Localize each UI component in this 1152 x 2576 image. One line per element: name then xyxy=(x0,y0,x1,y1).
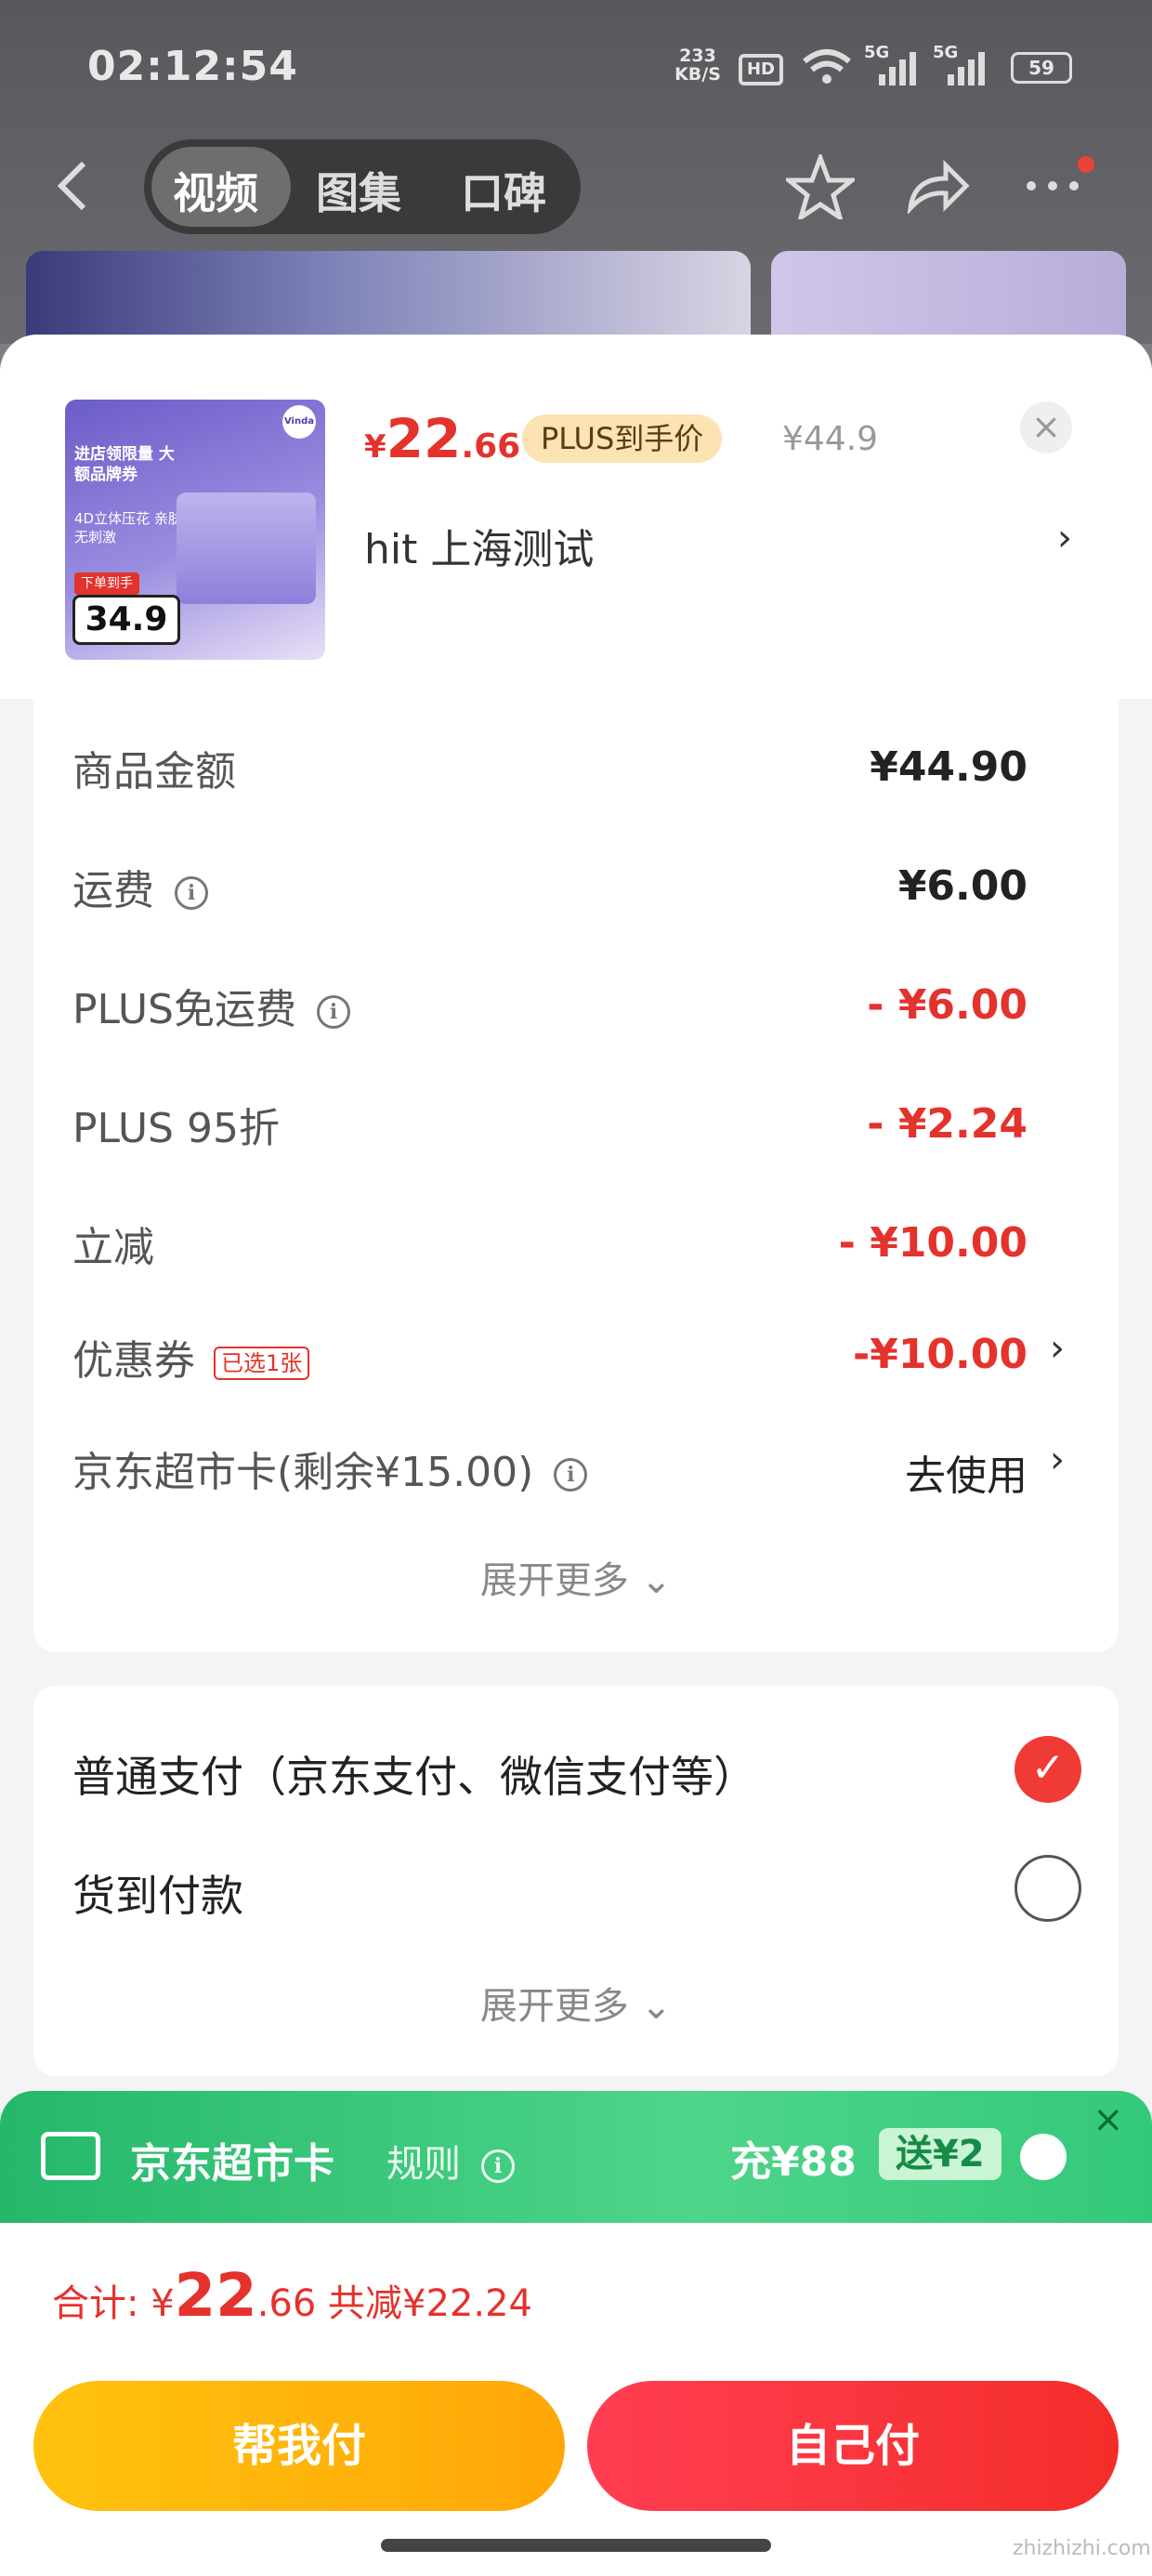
total-label: 合计: ¥ xyxy=(52,2282,175,2325)
coupon-badge: 已选1张 xyxy=(214,1347,310,1380)
net-speed: 233 KB/S xyxy=(674,46,721,84)
card-icon xyxy=(41,2132,100,2180)
expand-more[interactable]: 展开更多 ⌄ xyxy=(0,1976,1152,2030)
info-icon[interactable]: i xyxy=(317,995,350,1029)
status-time: 02:12:54 xyxy=(87,43,298,90)
shop-name[interactable]: hit 上海测试 xyxy=(364,516,594,575)
self-pay-button[interactable]: 自己付 xyxy=(587,2381,1119,2511)
cost-label: 立减 xyxy=(72,1224,154,1271)
info-icon[interactable]: i xyxy=(481,2149,515,2183)
net-speed-unit: KB/S xyxy=(674,64,721,85)
net-speed-value: 233 xyxy=(679,46,716,66)
original-price: ¥44.9 xyxy=(782,420,879,458)
info-icon[interactable]: i xyxy=(175,876,208,910)
notification-dot xyxy=(1078,156,1094,173)
help-pay-button[interactable]: 帮我付 xyxy=(33,2381,565,2511)
cost-label: PLUS免运费 xyxy=(72,986,296,1033)
final-price: ¥22.66 xyxy=(364,407,520,470)
tab-video[interactable]: 视频 xyxy=(173,160,258,221)
plus-shipping-row: PLUS免运费 i xyxy=(72,976,350,1035)
recharge-amount: 充¥88 xyxy=(730,2138,857,2186)
jd-card-rule[interactable]: 规则 i xyxy=(386,2134,515,2188)
share-icon[interactable] xyxy=(905,158,970,214)
expand-more-label: 展开更多 xyxy=(479,1559,629,1602)
star-icon[interactable] xyxy=(786,154,855,219)
chevron-down-icon: ⌄ xyxy=(640,1559,673,1602)
tissue-pack-image xyxy=(177,493,316,604)
tab-reviews[interactable]: 口碑 xyxy=(461,160,546,221)
cost-value: - ¥10.00 xyxy=(838,1219,1028,1267)
chevron-right-icon[interactable]: › xyxy=(1050,1327,1065,1370)
hd-icon: HD xyxy=(739,54,783,85)
chevron-down-icon: ⌄ xyxy=(640,1985,673,2028)
chevron-right-icon[interactable]: › xyxy=(1050,1439,1065,1481)
cost-label: 运费 xyxy=(72,867,154,914)
product-thumbnail: 进店领限量 大额品牌券 4D立体压花 亲肤无刺激 Vinda 下单到手 34.9 xyxy=(65,400,325,660)
pay-option-cod[interactable]: 货到付款 xyxy=(72,1862,243,1924)
jd-card-radio[interactable] xyxy=(1020,2134,1067,2180)
price-dec: .66 xyxy=(461,427,521,466)
cost-value: - ¥2.24 xyxy=(867,1100,1028,1148)
tab-gallery[interactable]: 图集 xyxy=(316,160,401,221)
coupon-row[interactable]: 优惠券 已选1张 xyxy=(72,1327,310,1387)
thumb-badge: 下单到手 xyxy=(74,572,139,595)
close-icon[interactable]: × xyxy=(1020,401,1072,453)
wifi-icon xyxy=(803,49,851,84)
price-symbol: ¥ xyxy=(364,428,386,466)
total-amount: 合计: ¥22.66 共减¥22.24 xyxy=(52,2262,532,2331)
cost-label: 商品金额 xyxy=(72,748,236,795)
watermark: zhizhizhi.com xyxy=(1013,2537,1151,2560)
total-dec: .66 xyxy=(256,2282,317,2325)
total-saved: 共减¥22.24 xyxy=(328,2282,533,2325)
cost-breakdown-card xyxy=(33,699,1119,1652)
cost-label: PLUS 95折 xyxy=(72,1105,280,1152)
total-int: 22 xyxy=(174,2262,257,2331)
market-card-row[interactable]: 京东超市卡(剩余¥15.00) i xyxy=(72,1439,588,1498)
vinda-logo: Vinda xyxy=(282,405,316,439)
info-icon[interactable]: i xyxy=(554,1458,588,1492)
radio-unchecked[interactable] xyxy=(1015,1855,1081,1922)
signal-bars-icon-2 xyxy=(948,52,985,85)
price-int: 22 xyxy=(386,407,462,470)
signal-bars-icon xyxy=(879,52,916,85)
thumb-sub: 4D立体压花 亲肤无刺激 xyxy=(74,510,182,545)
battery-icon: 59 xyxy=(1011,52,1072,84)
pay-option-normal[interactable]: 普通支付（京东支付、微信支付等） xyxy=(72,1743,756,1805)
thumb-title: 进店领限量 大额品牌券 xyxy=(74,445,175,484)
checkmark-icon[interactable]: ✓ xyxy=(1015,1736,1081,1803)
use-card-link[interactable]: 去使用 xyxy=(905,1442,1028,1502)
cost-label: 优惠券 xyxy=(72,1337,195,1385)
home-indicator[interactable] xyxy=(381,2539,771,2552)
shipping-row: 运费 i xyxy=(72,857,208,916)
chevron-right-icon[interactable]: › xyxy=(1057,517,1072,559)
thumb-price: 34.9 xyxy=(72,595,180,645)
expand-more-label: 展开更多 xyxy=(479,1985,629,2028)
cost-value: - ¥6.00 xyxy=(867,981,1028,1029)
jd-card-title: 京东超市卡 xyxy=(130,2140,334,2188)
plus-price-tag: PLUS到手价 xyxy=(522,414,723,463)
coupon-value[interactable]: -¥10.00 xyxy=(853,1331,1028,1378)
rule-label: 规则 xyxy=(386,2143,461,2186)
cost-value: ¥6.00 xyxy=(897,862,1028,910)
gift-badge: 送¥2 xyxy=(879,2128,1001,2180)
status-bar: 02:12:54 233 KB/S HD 5G 5G 59 xyxy=(0,0,1152,139)
close-icon[interactable]: × xyxy=(1093,2098,1124,2141)
more-icon[interactable] xyxy=(1022,177,1083,195)
cost-value: ¥44.90 xyxy=(870,743,1028,791)
expand-more[interactable]: 展开更多 ⌄ xyxy=(0,1550,1152,1604)
back-icon[interactable] xyxy=(54,158,91,214)
cost-label: 京东超市卡(剩余¥15.00) xyxy=(72,1449,534,1496)
